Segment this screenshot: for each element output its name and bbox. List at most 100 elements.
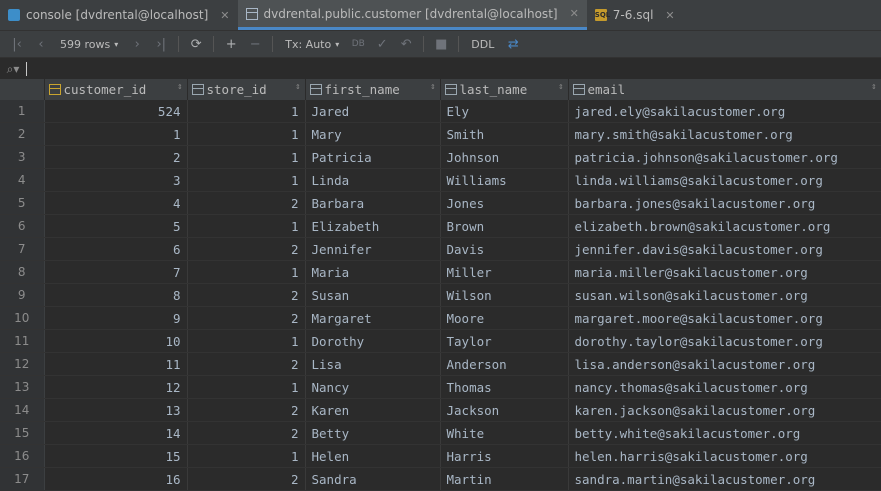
- table-row[interactable]: 15 14 2 Betty White betty.white@sakilacustome…: [0, 421, 881, 445]
- table-row[interactable]: 5 4 2 Barbara Jones barbara.jones@sakilacusto…: [0, 191, 881, 215]
- transaction-mode-dropdown[interactable]: Tx: Auto ▾: [279, 38, 345, 51]
- table-row[interactable]: 1 524 1 Jared Ely jared.ely@sakilacustomer.or…: [0, 100, 881, 123]
- cell-customer-id[interactable]: 9: [44, 306, 188, 330]
- cell-store-id[interactable]: 2: [187, 421, 306, 445]
- row-number[interactable]: 4: [0, 168, 45, 192]
- commit-check-icon[interactable]: ✓: [371, 37, 393, 52]
- cell-customer-id[interactable]: 13: [44, 398, 188, 422]
- sort-icon[interactable]: ⇕: [177, 82, 182, 92]
- sort-icon[interactable]: ⇕: [430, 82, 435, 92]
- cell-first-name[interactable]: Nancy: [305, 375, 441, 399]
- cell-first-name[interactable]: Mary: [305, 122, 441, 146]
- previous-page-icon[interactable]: ‹: [30, 37, 52, 52]
- cell-email[interactable]: jennifer.davis@sakilacustomer.org: [568, 237, 881, 261]
- cell-last-name[interactable]: Thomas: [440, 375, 569, 399]
- cell-customer-id[interactable]: 8: [44, 283, 188, 307]
- row-number[interactable]: 8: [0, 260, 45, 284]
- cell-first-name[interactable]: Patricia: [305, 145, 441, 169]
- cell-store-id[interactable]: 2: [187, 398, 306, 422]
- table-row[interactable]: 8 7 1 Maria Miller maria.miller@sakilacustome…: [0, 260, 881, 284]
- cell-customer-id[interactable]: 3: [44, 168, 188, 192]
- cell-first-name[interactable]: Susan: [305, 283, 441, 307]
- row-number[interactable]: 2: [0, 122, 45, 146]
- cell-last-name[interactable]: Smith: [440, 122, 569, 146]
- first-page-icon[interactable]: |‹: [6, 37, 28, 52]
- table-row[interactable]: 4 3 1 Linda Williams linda.williams@sakilacus…: [0, 168, 881, 192]
- cell-store-id[interactable]: 1: [187, 168, 306, 192]
- cell-store-id[interactable]: 2: [187, 237, 306, 261]
- cell-email[interactable]: linda.williams@sakilacustomer.org: [568, 168, 881, 192]
- row-number[interactable]: 1: [0, 100, 45, 123]
- reload-icon[interactable]: ⟳: [185, 37, 207, 52]
- row-number[interactable]: 17: [0, 467, 45, 491]
- table-row[interactable]: 6 5 1 Elizabeth Brown elizabeth.brown@sakilac…: [0, 214, 881, 238]
- cell-last-name[interactable]: Williams: [440, 168, 569, 192]
- cell-last-name[interactable]: Wilson: [440, 283, 569, 307]
- sort-icon[interactable]: ⇕: [558, 82, 563, 92]
- row-number[interactable]: 12: [0, 352, 45, 376]
- row-number[interactable]: 5: [0, 191, 45, 215]
- cell-last-name[interactable]: Miller: [440, 260, 569, 284]
- cell-email[interactable]: margaret.moore@sakilacustomer.org: [568, 306, 881, 330]
- table-row[interactable]: 9 8 2 Susan Wilson susan.wilson@sakilacustome…: [0, 283, 881, 307]
- column-header-first-name[interactable]: first_name ⇕: [305, 79, 441, 100]
- tab-console[interactable]: console [dvdrental@localhost] ✕: [0, 0, 238, 30]
- search-icon[interactable]: ⌕▾: [0, 62, 26, 77]
- row-number[interactable]: 3: [0, 145, 45, 169]
- delete-row-icon[interactable]: −: [244, 37, 266, 52]
- cell-first-name[interactable]: Margaret: [305, 306, 441, 330]
- cell-email[interactable]: nancy.thomas@sakilacustomer.org: [568, 375, 881, 399]
- cell-store-id[interactable]: 1: [187, 122, 306, 146]
- cell-store-id[interactable]: 2: [187, 306, 306, 330]
- cell-last-name[interactable]: Ely: [440, 100, 569, 123]
- compare-icon[interactable]: ⇄: [502, 37, 524, 52]
- cell-last-name[interactable]: Jones: [440, 191, 569, 215]
- cell-store-id[interactable]: 1: [187, 444, 306, 468]
- cell-customer-id[interactable]: 2: [44, 145, 188, 169]
- cell-store-id[interactable]: 1: [187, 145, 306, 169]
- cell-last-name[interactable]: Moore: [440, 306, 569, 330]
- row-number[interactable]: 10: [0, 306, 45, 330]
- cell-first-name[interactable]: Jennifer: [305, 237, 441, 261]
- table-row[interactable]: 2 1 1 Mary Smith mary.smith@sakilacustomer.or…: [0, 122, 881, 146]
- table-row[interactable]: 10 9 2 Margaret Moore margaret.moore@sakilacu…: [0, 306, 881, 330]
- row-number[interactable]: 14: [0, 398, 45, 422]
- cell-last-name[interactable]: Harris: [440, 444, 569, 468]
- cell-customer-id[interactable]: 10: [44, 329, 188, 353]
- cell-email[interactable]: maria.miller@sakilacustomer.org: [568, 260, 881, 284]
- rows-count-dropdown[interactable]: 599 rows ▾: [54, 38, 124, 51]
- cell-last-name[interactable]: Davis: [440, 237, 569, 261]
- submit-db-icon[interactable]: DB: [347, 39, 369, 49]
- table-row[interactable]: 14 13 2 Karen Jackson karen.jackson@sakilacus…: [0, 398, 881, 422]
- cell-customer-id[interactable]: 1: [44, 122, 188, 146]
- cell-email[interactable]: susan.wilson@sakilacustomer.org: [568, 283, 881, 307]
- cell-first-name[interactable]: Elizabeth: [305, 214, 441, 238]
- cell-first-name[interactable]: Helen: [305, 444, 441, 468]
- row-number[interactable]: 7: [0, 237, 45, 261]
- table-row[interactable]: 12 11 2 Lisa Anderson lisa.anderson@sakilacus…: [0, 352, 881, 376]
- cell-customer-id[interactable]: 14: [44, 421, 188, 445]
- cell-first-name[interactable]: Betty: [305, 421, 441, 445]
- cell-last-name[interactable]: Johnson: [440, 145, 569, 169]
- cell-first-name[interactable]: Karen: [305, 398, 441, 422]
- stop-icon[interactable]: ■: [430, 37, 452, 52]
- cell-store-id[interactable]: 1: [187, 100, 306, 123]
- cell-email[interactable]: helen.harris@sakilacustomer.org: [568, 444, 881, 468]
- cell-first-name[interactable]: Sandra: [305, 467, 441, 491]
- cell-email[interactable]: sandra.martin@sakilacustomer.org: [568, 467, 881, 491]
- cell-email[interactable]: karen.jackson@sakilacustomer.org: [568, 398, 881, 422]
- table-row[interactable]: 3 2 1 Patricia Johnson patricia.johnson@sakil…: [0, 145, 881, 169]
- cell-first-name[interactable]: Barbara: [305, 191, 441, 215]
- cell-last-name[interactable]: Brown: [440, 214, 569, 238]
- table-row[interactable]: 16 15 1 Helen Harris helen.harris@sakilacusto…: [0, 444, 881, 468]
- column-header-customer-id[interactable]: customer_id ⇕: [44, 79, 188, 100]
- row-number[interactable]: 16: [0, 444, 45, 468]
- close-icon[interactable]: ✕: [665, 9, 674, 22]
- row-number[interactable]: 13: [0, 375, 45, 399]
- column-header-last-name[interactable]: last_name ⇕: [440, 79, 569, 100]
- add-row-icon[interactable]: +: [220, 37, 242, 52]
- cell-store-id[interactable]: 2: [187, 191, 306, 215]
- close-icon[interactable]: ✕: [220, 9, 229, 22]
- cell-store-id[interactable]: 2: [187, 352, 306, 376]
- cell-email[interactable]: lisa.anderson@sakilacustomer.org: [568, 352, 881, 376]
